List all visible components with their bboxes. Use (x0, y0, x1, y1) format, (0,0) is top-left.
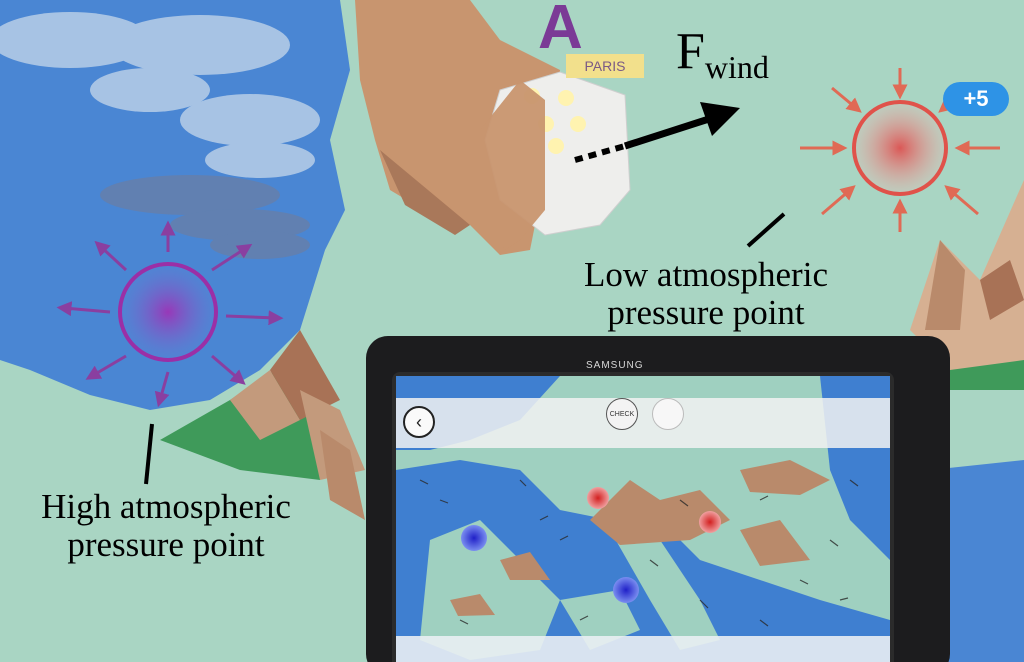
back-button[interactable]: ‹ (403, 406, 435, 438)
check-button[interactable]: CHECK (606, 398, 638, 430)
high-pressure-caption: High atmospheric pressure point (8, 488, 324, 564)
high-pressure-line2: pressure point (67, 525, 265, 564)
force-label-main: F (676, 23, 705, 80)
tablet-brand: SAMSUNG (586, 360, 644, 371)
tablet (366, 336, 950, 662)
force-label: Fwind (676, 23, 769, 86)
board-letter: A (538, 0, 583, 62)
low-pressure-line1: Low atmospheric (584, 255, 828, 294)
reset-icon[interactable] (652, 398, 684, 430)
force-label-sub: wind (704, 49, 769, 85)
bonus-badge: +5 (943, 82, 1009, 116)
low-pressure-caption: Low atmospheric pressure point (556, 256, 856, 332)
back-arrow-icon: ‹ (416, 411, 422, 432)
high-pressure-line1: High atmospheric (41, 487, 291, 526)
board-city-label: PARIS (566, 54, 644, 78)
low-pressure-line2: pressure point (607, 293, 805, 332)
